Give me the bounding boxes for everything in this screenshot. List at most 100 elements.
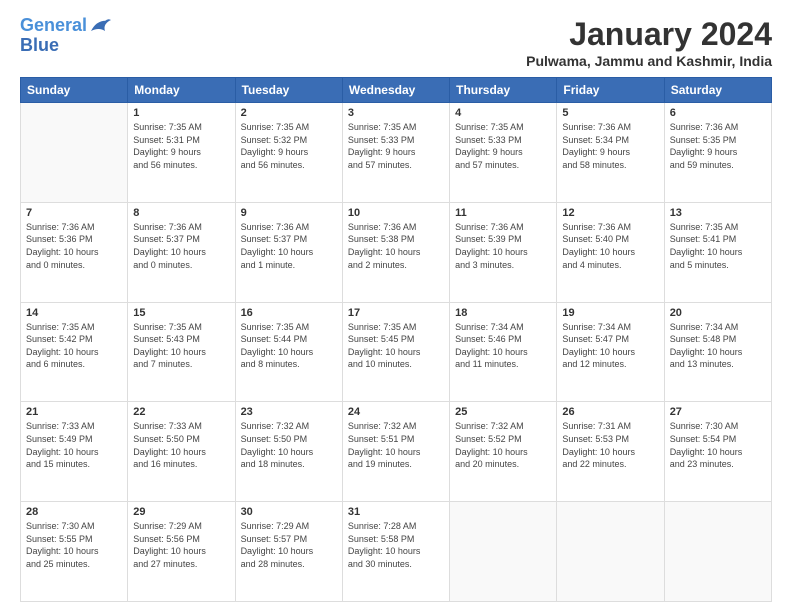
day-number: 16 xyxy=(241,307,337,319)
day-info: Sunrise: 7:30 AMSunset: 5:55 PMDaylight:… xyxy=(26,520,122,570)
table-cell: 12 Sunrise: 7:36 AMSunset: 5:40 PMDayligh… xyxy=(557,202,664,302)
day-info: Sunrise: 7:36 AMSunset: 5:37 PMDaylight:… xyxy=(241,221,337,271)
day-number: 11 xyxy=(455,207,551,219)
logo: General Blue xyxy=(20,16,111,56)
col-thursday: Thursday xyxy=(450,78,557,103)
table-cell: 4 Sunrise: 7:35 AMSunset: 5:33 PMDaylight… xyxy=(450,103,557,203)
day-number: 31 xyxy=(348,506,444,518)
col-wednesday: Wednesday xyxy=(342,78,449,103)
day-number: 13 xyxy=(670,207,766,219)
day-info: Sunrise: 7:29 AMSunset: 5:57 PMDaylight:… xyxy=(241,520,337,570)
day-info: Sunrise: 7:34 AMSunset: 5:48 PMDaylight:… xyxy=(670,321,766,371)
day-number: 27 xyxy=(670,406,766,418)
week-row-3: 14 Sunrise: 7:35 AMSunset: 5:42 PMDayligh… xyxy=(21,302,772,402)
table-cell: 28 Sunrise: 7:30 AMSunset: 5:55 PMDayligh… xyxy=(21,502,128,602)
day-info: Sunrise: 7:36 AMSunset: 5:39 PMDaylight:… xyxy=(455,221,551,271)
day-number: 22 xyxy=(133,406,229,418)
page: General Blue January 2024 Pulwama, Jammu… xyxy=(0,0,792,612)
table-cell: 25Sunrise: 7:32 AMSunset: 5:52 PMDayligh… xyxy=(450,402,557,502)
day-number: 6 xyxy=(670,107,766,119)
day-number: 30 xyxy=(241,506,337,518)
table-cell: 6 Sunrise: 7:36 AMSunset: 5:35 PMDaylight… xyxy=(664,103,771,203)
day-number: 8 xyxy=(133,207,229,219)
table-cell: 15Sunrise: 7:35 AMSunset: 5:43 PMDayligh… xyxy=(128,302,235,402)
table-cell xyxy=(664,502,771,602)
day-info: Sunrise: 7:29 AMSunset: 5:56 PMDaylight:… xyxy=(133,520,229,570)
day-info: Sunrise: 7:35 AMSunset: 5:44 PMDaylight:… xyxy=(241,321,337,371)
day-info: Sunrise: 7:35 AMSunset: 5:31 PMDaylight:… xyxy=(133,121,229,171)
table-cell: 3 Sunrise: 7:35 AMSunset: 5:33 PMDaylight… xyxy=(342,103,449,203)
day-info: Sunrise: 7:35 AMSunset: 5:42 PMDaylight:… xyxy=(26,321,122,371)
day-info: Sunrise: 7:32 AMSunset: 5:50 PMDaylight:… xyxy=(241,420,337,470)
table-cell: 5 Sunrise: 7:36 AMSunset: 5:34 PMDaylight… xyxy=(557,103,664,203)
day-number: 26 xyxy=(562,406,658,418)
table-cell: 20 Sunrise: 7:34 AMSunset: 5:48 PMDayligh… xyxy=(664,302,771,402)
week-row-1: 1 Sunrise: 7:35 AMSunset: 5:31 PMDaylight… xyxy=(21,103,772,203)
table-cell: 14 Sunrise: 7:35 AMSunset: 5:42 PMDayligh… xyxy=(21,302,128,402)
day-info: Sunrise: 7:36 AMSunset: 5:38 PMDaylight:… xyxy=(348,221,444,271)
table-cell: 2 Sunrise: 7:35 AMSunset: 5:32 PMDaylight… xyxy=(235,103,342,203)
day-info: Sunrise: 7:33 AMSunset: 5:49 PMDaylight:… xyxy=(26,420,122,470)
day-info: Sunrise: 7:35 AMSunset: 5:33 PMDaylight:… xyxy=(348,121,444,171)
table-cell: 31Sunrise: 7:28 AMSunset: 5:58 PMDayligh… xyxy=(342,502,449,602)
day-info: Sunrise: 7:36 AMSunset: 5:35 PMDaylight:… xyxy=(670,121,766,171)
table-cell: 7 Sunrise: 7:36 AMSunset: 5:36 PMDaylight… xyxy=(21,202,128,302)
week-row-5: 28 Sunrise: 7:30 AMSunset: 5:55 PMDayligh… xyxy=(21,502,772,602)
day-number: 1 xyxy=(133,107,229,119)
day-number: 5 xyxy=(562,107,658,119)
header-row: Sunday Monday Tuesday Wednesday Thursday… xyxy=(21,78,772,103)
table-cell xyxy=(450,502,557,602)
col-tuesday: Tuesday xyxy=(235,78,342,103)
table-cell: 19Sunrise: 7:34 AMSunset: 5:47 PMDayligh… xyxy=(557,302,664,402)
day-number: 7 xyxy=(26,207,122,219)
day-info: Sunrise: 7:36 AMSunset: 5:36 PMDaylight:… xyxy=(26,221,122,271)
day-number: 14 xyxy=(26,307,122,319)
day-number: 15 xyxy=(133,307,229,319)
week-row-2: 7 Sunrise: 7:36 AMSunset: 5:36 PMDaylight… xyxy=(21,202,772,302)
day-info: Sunrise: 7:36 AMSunset: 5:37 PMDaylight:… xyxy=(133,221,229,271)
table-cell: 16 Sunrise: 7:35 AMSunset: 5:44 PMDayligh… xyxy=(235,302,342,402)
main-title: January 2024 xyxy=(526,16,772,53)
day-number: 20 xyxy=(670,307,766,319)
table-cell xyxy=(21,103,128,203)
col-friday: Friday xyxy=(557,78,664,103)
day-info: Sunrise: 7:32 AMSunset: 5:52 PMDaylight:… xyxy=(455,420,551,470)
day-info: Sunrise: 7:35 AMSunset: 5:32 PMDaylight:… xyxy=(241,121,337,171)
table-cell: 10 Sunrise: 7:36 AMSunset: 5:38 PMDayligh… xyxy=(342,202,449,302)
day-number: 2 xyxy=(241,107,337,119)
day-number: 12 xyxy=(562,207,658,219)
table-cell: 26Sunrise: 7:31 AMSunset: 5:53 PMDayligh… xyxy=(557,402,664,502)
day-number: 24 xyxy=(348,406,444,418)
table-cell: 17Sunrise: 7:35 AMSunset: 5:45 PMDayligh… xyxy=(342,302,449,402)
subtitle: Pulwama, Jammu and Kashmir, India xyxy=(526,53,772,69)
table-cell: 27Sunrise: 7:30 AMSunset: 5:54 PMDayligh… xyxy=(664,402,771,502)
table-cell: 9Sunrise: 7:36 AMSunset: 5:37 PMDaylight… xyxy=(235,202,342,302)
day-number: 23 xyxy=(241,406,337,418)
table-cell: 21Sunrise: 7:33 AMSunset: 5:49 PMDayligh… xyxy=(21,402,128,502)
day-number: 10 xyxy=(348,207,444,219)
table-cell: 22Sunrise: 7:33 AMSunset: 5:50 PMDayligh… xyxy=(128,402,235,502)
calendar-table: Sunday Monday Tuesday Wednesday Thursday… xyxy=(20,77,772,602)
col-monday: Monday xyxy=(128,78,235,103)
day-info: Sunrise: 7:34 AMSunset: 5:47 PMDaylight:… xyxy=(562,321,658,371)
day-info: Sunrise: 7:32 AMSunset: 5:51 PMDaylight:… xyxy=(348,420,444,470)
day-info: Sunrise: 7:36 AMSunset: 5:34 PMDaylight:… xyxy=(562,121,658,171)
day-info: Sunrise: 7:35 AMSunset: 5:41 PMDaylight:… xyxy=(670,221,766,271)
logo-bird-icon xyxy=(89,17,111,35)
day-number: 29 xyxy=(133,506,229,518)
table-cell: 30 Sunrise: 7:29 AMSunset: 5:57 PMDayligh… xyxy=(235,502,342,602)
table-cell: 13 Sunrise: 7:35 AMSunset: 5:41 PMDayligh… xyxy=(664,202,771,302)
day-number: 4 xyxy=(455,107,551,119)
day-number: 28 xyxy=(26,506,122,518)
col-sunday: Sunday xyxy=(21,78,128,103)
table-cell: 1 Sunrise: 7:35 AMSunset: 5:31 PMDaylight… xyxy=(128,103,235,203)
table-cell: 23 Sunrise: 7:32 AMSunset: 5:50 PMDayligh… xyxy=(235,402,342,502)
day-info: Sunrise: 7:36 AMSunset: 5:40 PMDaylight:… xyxy=(562,221,658,271)
table-cell: 8 Sunrise: 7:36 AMSunset: 5:37 PMDaylight… xyxy=(128,202,235,302)
day-number: 17 xyxy=(348,307,444,319)
day-number: 3 xyxy=(348,107,444,119)
day-info: Sunrise: 7:34 AMSunset: 5:46 PMDaylight:… xyxy=(455,321,551,371)
logo-text-line1: General xyxy=(20,16,87,36)
logo-text-line2: Blue xyxy=(20,36,111,56)
day-info: Sunrise: 7:35 AMSunset: 5:33 PMDaylight:… xyxy=(455,121,551,171)
